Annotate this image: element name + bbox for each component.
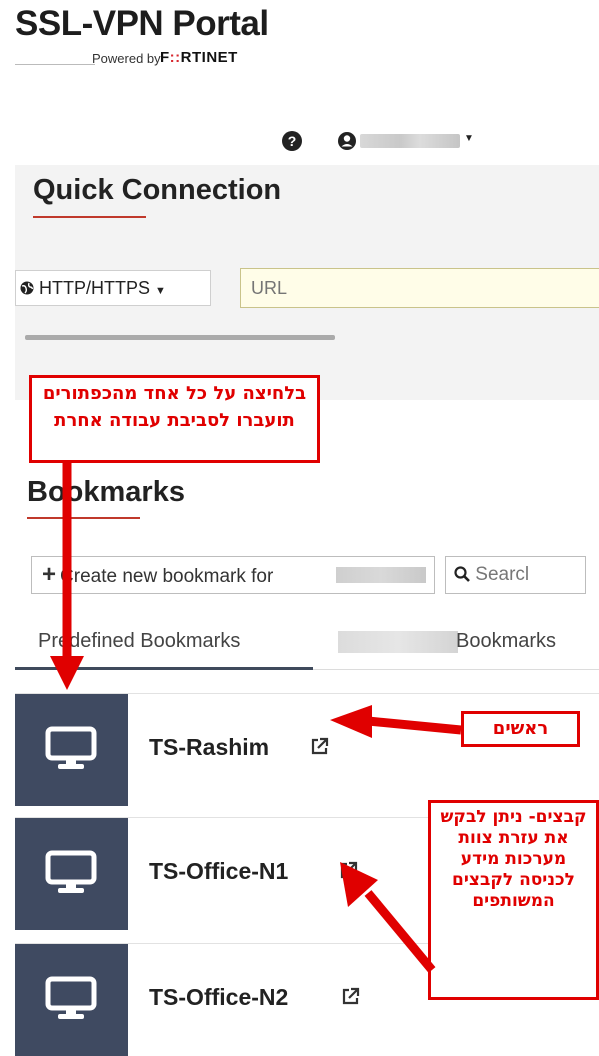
annotation-arrows (50, 463, 462, 973)
arrow-left-line (367, 716, 462, 735)
arrow-left-head (330, 705, 372, 738)
arrow-diag-line (364, 890, 436, 973)
arrow-down-head (50, 656, 84, 690)
